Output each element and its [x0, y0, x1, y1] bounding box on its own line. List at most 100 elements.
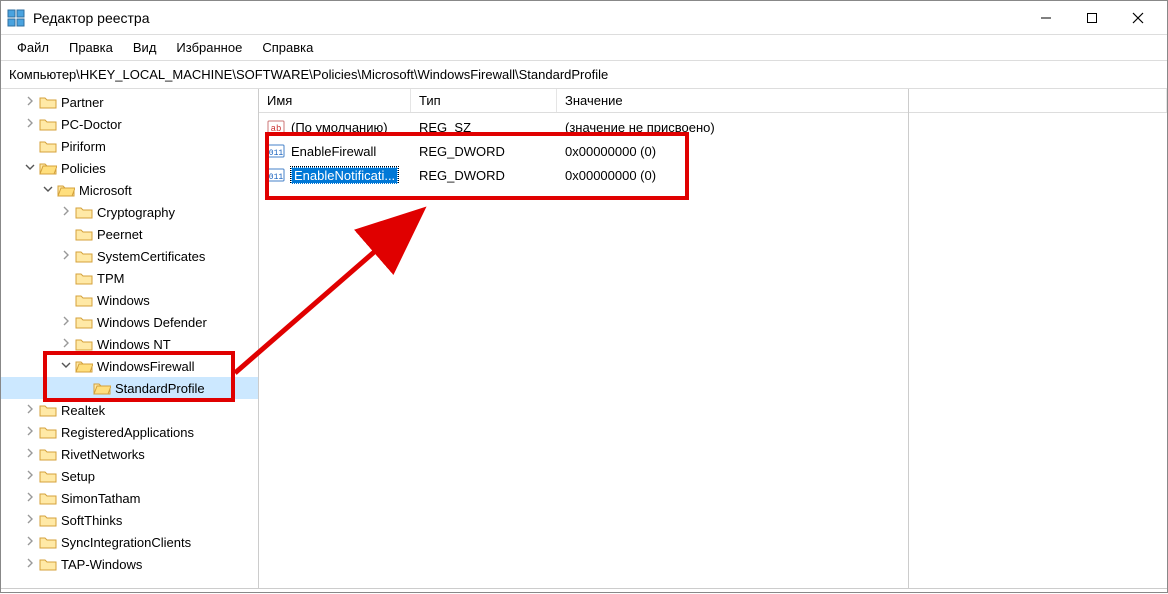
tree-label: Policies: [59, 161, 106, 176]
menu-favorites[interactable]: Избранное: [168, 38, 250, 57]
key-tree[interactable]: Partner PC-Doctor Piriform Policies Microsof…: [1, 89, 259, 588]
chevron-right-icon[interactable]: [23, 558, 37, 571]
tree-label: RivetNetworks: [59, 447, 145, 462]
tree-node[interactable]: RivetNetworks: [1, 443, 258, 465]
column-header-value[interactable]: Значение: [557, 89, 1167, 112]
tree-node[interactable]: TPM: [1, 267, 258, 289]
value-name-cell: ab (По умолчанию): [259, 118, 411, 136]
svg-text:011: 011: [269, 149, 284, 158]
tree-node[interactable]: SystemCertificates: [1, 245, 258, 267]
folder-icon: [39, 491, 57, 505]
tree-node[interactable]: Realtek: [1, 399, 258, 421]
folder-icon: [39, 117, 57, 131]
tree-node[interactable]: Cryptography: [1, 201, 258, 223]
reg-string-icon: ab: [267, 118, 285, 136]
folder-icon: [39, 425, 57, 439]
chevron-right-icon[interactable]: [23, 492, 37, 505]
column-header-type[interactable]: Тип: [411, 89, 557, 112]
value-data: (значение не присвоено): [557, 120, 1167, 135]
value-name-cell: 011 EnableNotificati...: [259, 166, 411, 184]
tree-node[interactable]: RegisteredApplications: [1, 421, 258, 443]
minimize-button[interactable]: [1023, 1, 1069, 34]
folder-icon: [75, 249, 93, 263]
tree-label: StandardProfile: [113, 381, 205, 396]
tree-node[interactable]: Partner: [1, 91, 258, 113]
tree-node[interactable]: SimonTatham: [1, 487, 258, 509]
chevron-down-icon[interactable]: [59, 360, 73, 373]
tree-label: WindowsFirewall: [95, 359, 195, 374]
tree-label: SoftThinks: [59, 513, 122, 528]
chevron-down-icon[interactable]: [23, 162, 37, 175]
registry-editor-window: Редактор реестра Файл Правка Вид Избранн…: [0, 0, 1168, 593]
folder-icon: [75, 337, 93, 351]
tree-node[interactable]: SoftThinks: [1, 509, 258, 531]
right-divider: [908, 89, 909, 588]
value-name: EnableNotificati...: [291, 167, 398, 184]
tree-node[interactable]: TAP-Windows: [1, 553, 258, 575]
folder-icon: [39, 447, 57, 461]
chevron-right-icon[interactable]: [23, 514, 37, 527]
chevron-right-icon[interactable]: [23, 404, 37, 417]
value-type: REG_DWORD: [411, 168, 557, 183]
tree-node[interactable]: SyncIntegrationClients: [1, 531, 258, 553]
folder-open-icon: [57, 183, 75, 197]
menu-edit[interactable]: Правка: [61, 38, 121, 57]
tree-node[interactable]: Windows: [1, 289, 258, 311]
window-controls: [1023, 1, 1161, 34]
chevron-right-icon[interactable]: [23, 448, 37, 461]
value-row[interactable]: 011EnableNotificati...REG_DWORD0x0000000…: [259, 163, 1167, 187]
tree-node[interactable]: WindowsFirewall: [1, 355, 258, 377]
folder-icon: [39, 469, 57, 483]
folder-open-icon: [39, 161, 57, 175]
svg-text:011: 011: [269, 173, 284, 182]
tree-node[interactable]: Microsoft: [1, 179, 258, 201]
value-list[interactable]: ab (По умолчанию) REG_SZ(значение не присв…: [259, 113, 1167, 588]
folder-icon: [39, 535, 57, 549]
tree-node[interactable]: Peernet: [1, 223, 258, 245]
value-type: REG_DWORD: [411, 144, 557, 159]
address-bar[interactable]: Компьютер\HKEY_LOCAL_MACHINE\SOFTWARE\Po…: [1, 61, 1167, 89]
chevron-right-icon[interactable]: [59, 338, 73, 351]
folder-icon: [75, 205, 93, 219]
folder-open-icon: [93, 381, 111, 395]
value-row[interactable]: 011EnableFirewallREG_DWORD0x00000000 (0): [259, 139, 1167, 163]
chevron-right-icon[interactable]: [23, 118, 37, 131]
folder-icon: [75, 315, 93, 329]
tree-label: TAP-Windows: [59, 557, 142, 572]
tree-node[interactable]: Policies: [1, 157, 258, 179]
value-name: (По умолчанию): [291, 120, 388, 135]
tree-node[interactable]: PC-Doctor: [1, 113, 258, 135]
tree-label: PC-Doctor: [59, 117, 122, 132]
chevron-right-icon[interactable]: [59, 206, 73, 219]
value-row[interactable]: ab (По умолчанию) REG_SZ(значение не присв…: [259, 115, 1167, 139]
column-header-name[interactable]: Имя: [259, 89, 411, 112]
titlebar: Редактор реестра: [1, 1, 1167, 35]
tree-node[interactable]: StandardProfile: [1, 377, 258, 399]
tree-node[interactable]: Setup: [1, 465, 258, 487]
tree-node[interactable]: Windows Defender: [1, 311, 258, 333]
menu-file[interactable]: Файл: [9, 38, 57, 57]
tree-node[interactable]: Piriform: [1, 135, 258, 157]
chevron-down-icon[interactable]: [41, 184, 55, 197]
value-type: REG_SZ: [411, 120, 557, 135]
tree-node[interactable]: Windows NT: [1, 333, 258, 355]
chevron-right-icon[interactable]: [23, 96, 37, 109]
tree-label: Partner: [59, 95, 104, 110]
chevron-right-icon[interactable]: [59, 250, 73, 263]
tree-label: RegisteredApplications: [59, 425, 194, 440]
svg-text:ab: ab: [271, 124, 282, 134]
menu-help[interactable]: Справка: [254, 38, 321, 57]
folder-icon: [75, 293, 93, 307]
tree-label: SystemCertificates: [95, 249, 205, 264]
folder-icon: [39, 403, 57, 417]
tree-label: Windows Defender: [95, 315, 207, 330]
chevron-right-icon[interactable]: [23, 426, 37, 439]
address-text: Компьютер\HKEY_LOCAL_MACHINE\SOFTWARE\Po…: [9, 67, 608, 82]
close-button[interactable]: [1115, 1, 1161, 34]
chevron-right-icon[interactable]: [59, 316, 73, 329]
content-area: Partner PC-Doctor Piriform Policies Microsof…: [1, 89, 1167, 588]
chevron-right-icon[interactable]: [23, 470, 37, 483]
chevron-right-icon[interactable]: [23, 536, 37, 549]
menu-view[interactable]: Вид: [125, 38, 165, 57]
maximize-button[interactable]: [1069, 1, 1115, 34]
